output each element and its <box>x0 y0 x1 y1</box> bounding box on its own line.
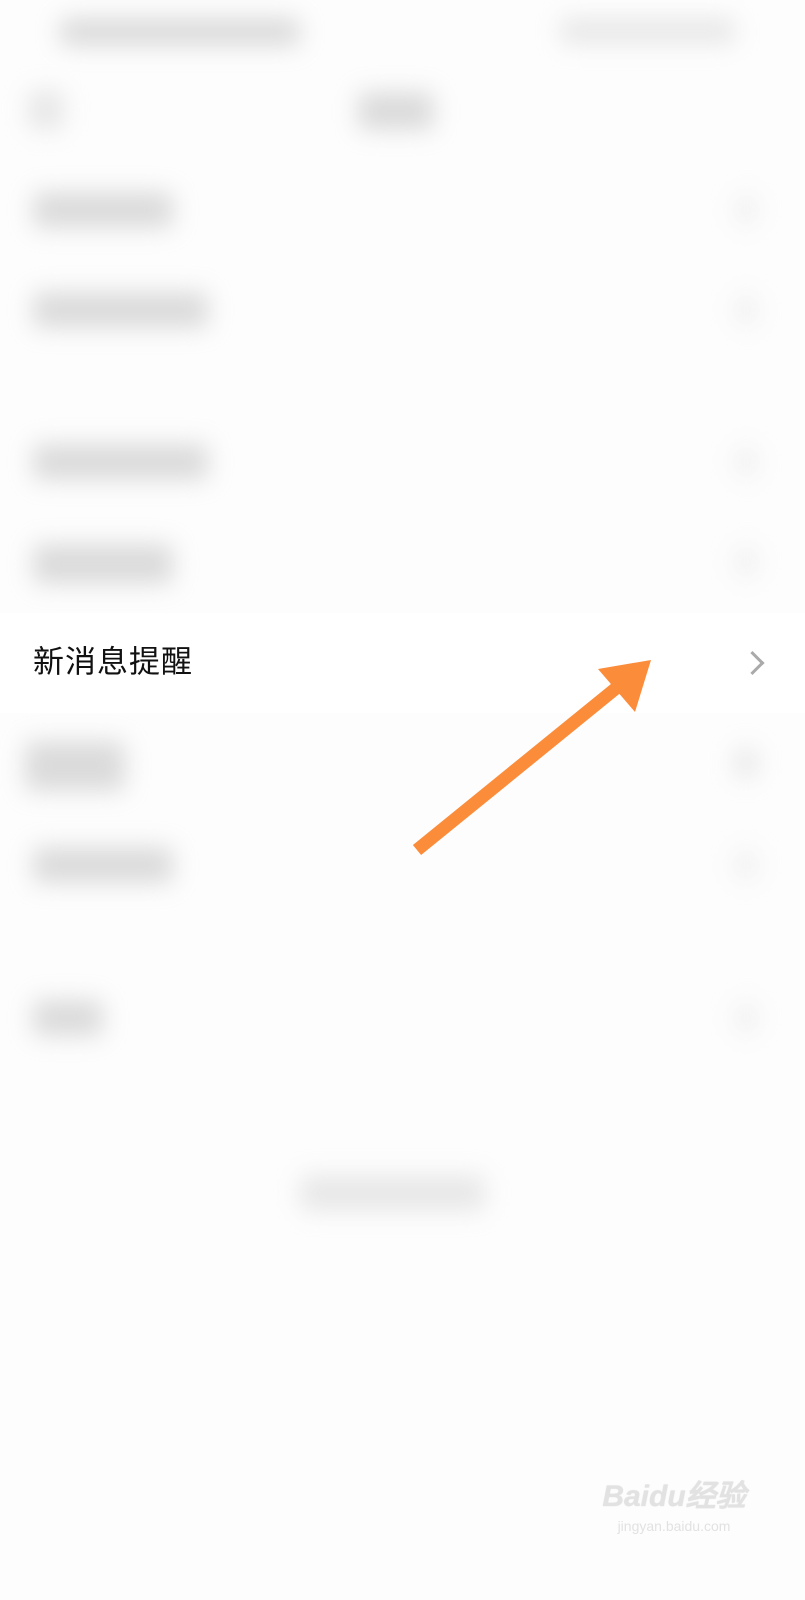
settings-row-blurred-4[interactable] <box>0 512 805 612</box>
row-chevron-blurred <box>735 447 757 477</box>
nav-bar <box>0 70 805 150</box>
row-label-blurred <box>33 444 208 480</box>
row-label-blurred <box>33 847 173 883</box>
settings-row-blurred-7[interactable] <box>0 968 805 1068</box>
row-label-blurred <box>33 192 173 228</box>
row-label: 新消息提醒 <box>33 644 193 681</box>
row-chevron-blurred <box>735 295 757 325</box>
watermark-url: jingyan.baidu.com <box>617 1518 731 1534</box>
settings-screen: 新消息提醒 Baidu经验 jingyan.baidu.com <box>0 0 805 1600</box>
row-label-blurred <box>25 741 125 791</box>
page-title-blurred <box>358 92 434 130</box>
status-bar <box>0 0 805 70</box>
settings-row-blurred-3[interactable] <box>0 412 805 512</box>
row-label-blurred <box>33 1000 103 1036</box>
row-label-blurred <box>33 292 208 328</box>
settings-row-blurred-6[interactable] <box>0 815 805 915</box>
chevron-right-icon <box>740 650 765 676</box>
settings-row-blurred-5[interactable] <box>0 713 805 813</box>
settings-row-new-message-alerts[interactable]: 新消息提醒 <box>0 613 805 713</box>
status-bar-right-blurred <box>560 18 735 44</box>
settings-row-blurred-1[interactable] <box>0 160 805 260</box>
row-chevron-blurred <box>735 850 757 880</box>
baidu-jingyan-watermark: Baidu经验 jingyan.baidu.com <box>599 1482 749 1552</box>
row-chevron-blurred <box>735 748 757 778</box>
bottom-button-blurred[interactable] <box>300 1175 485 1211</box>
row-label-blurred <box>33 544 173 584</box>
back-button-blurred[interactable] <box>28 90 64 130</box>
row-chevron-blurred <box>735 547 757 577</box>
settings-row-blurred-2[interactable] <box>0 260 805 360</box>
row-chevron-blurred <box>735 1003 757 1033</box>
row-chevron-blurred <box>735 195 757 225</box>
watermark-logo: Baidu经验 <box>602 1480 746 1513</box>
status-bar-left-blurred <box>60 18 300 46</box>
